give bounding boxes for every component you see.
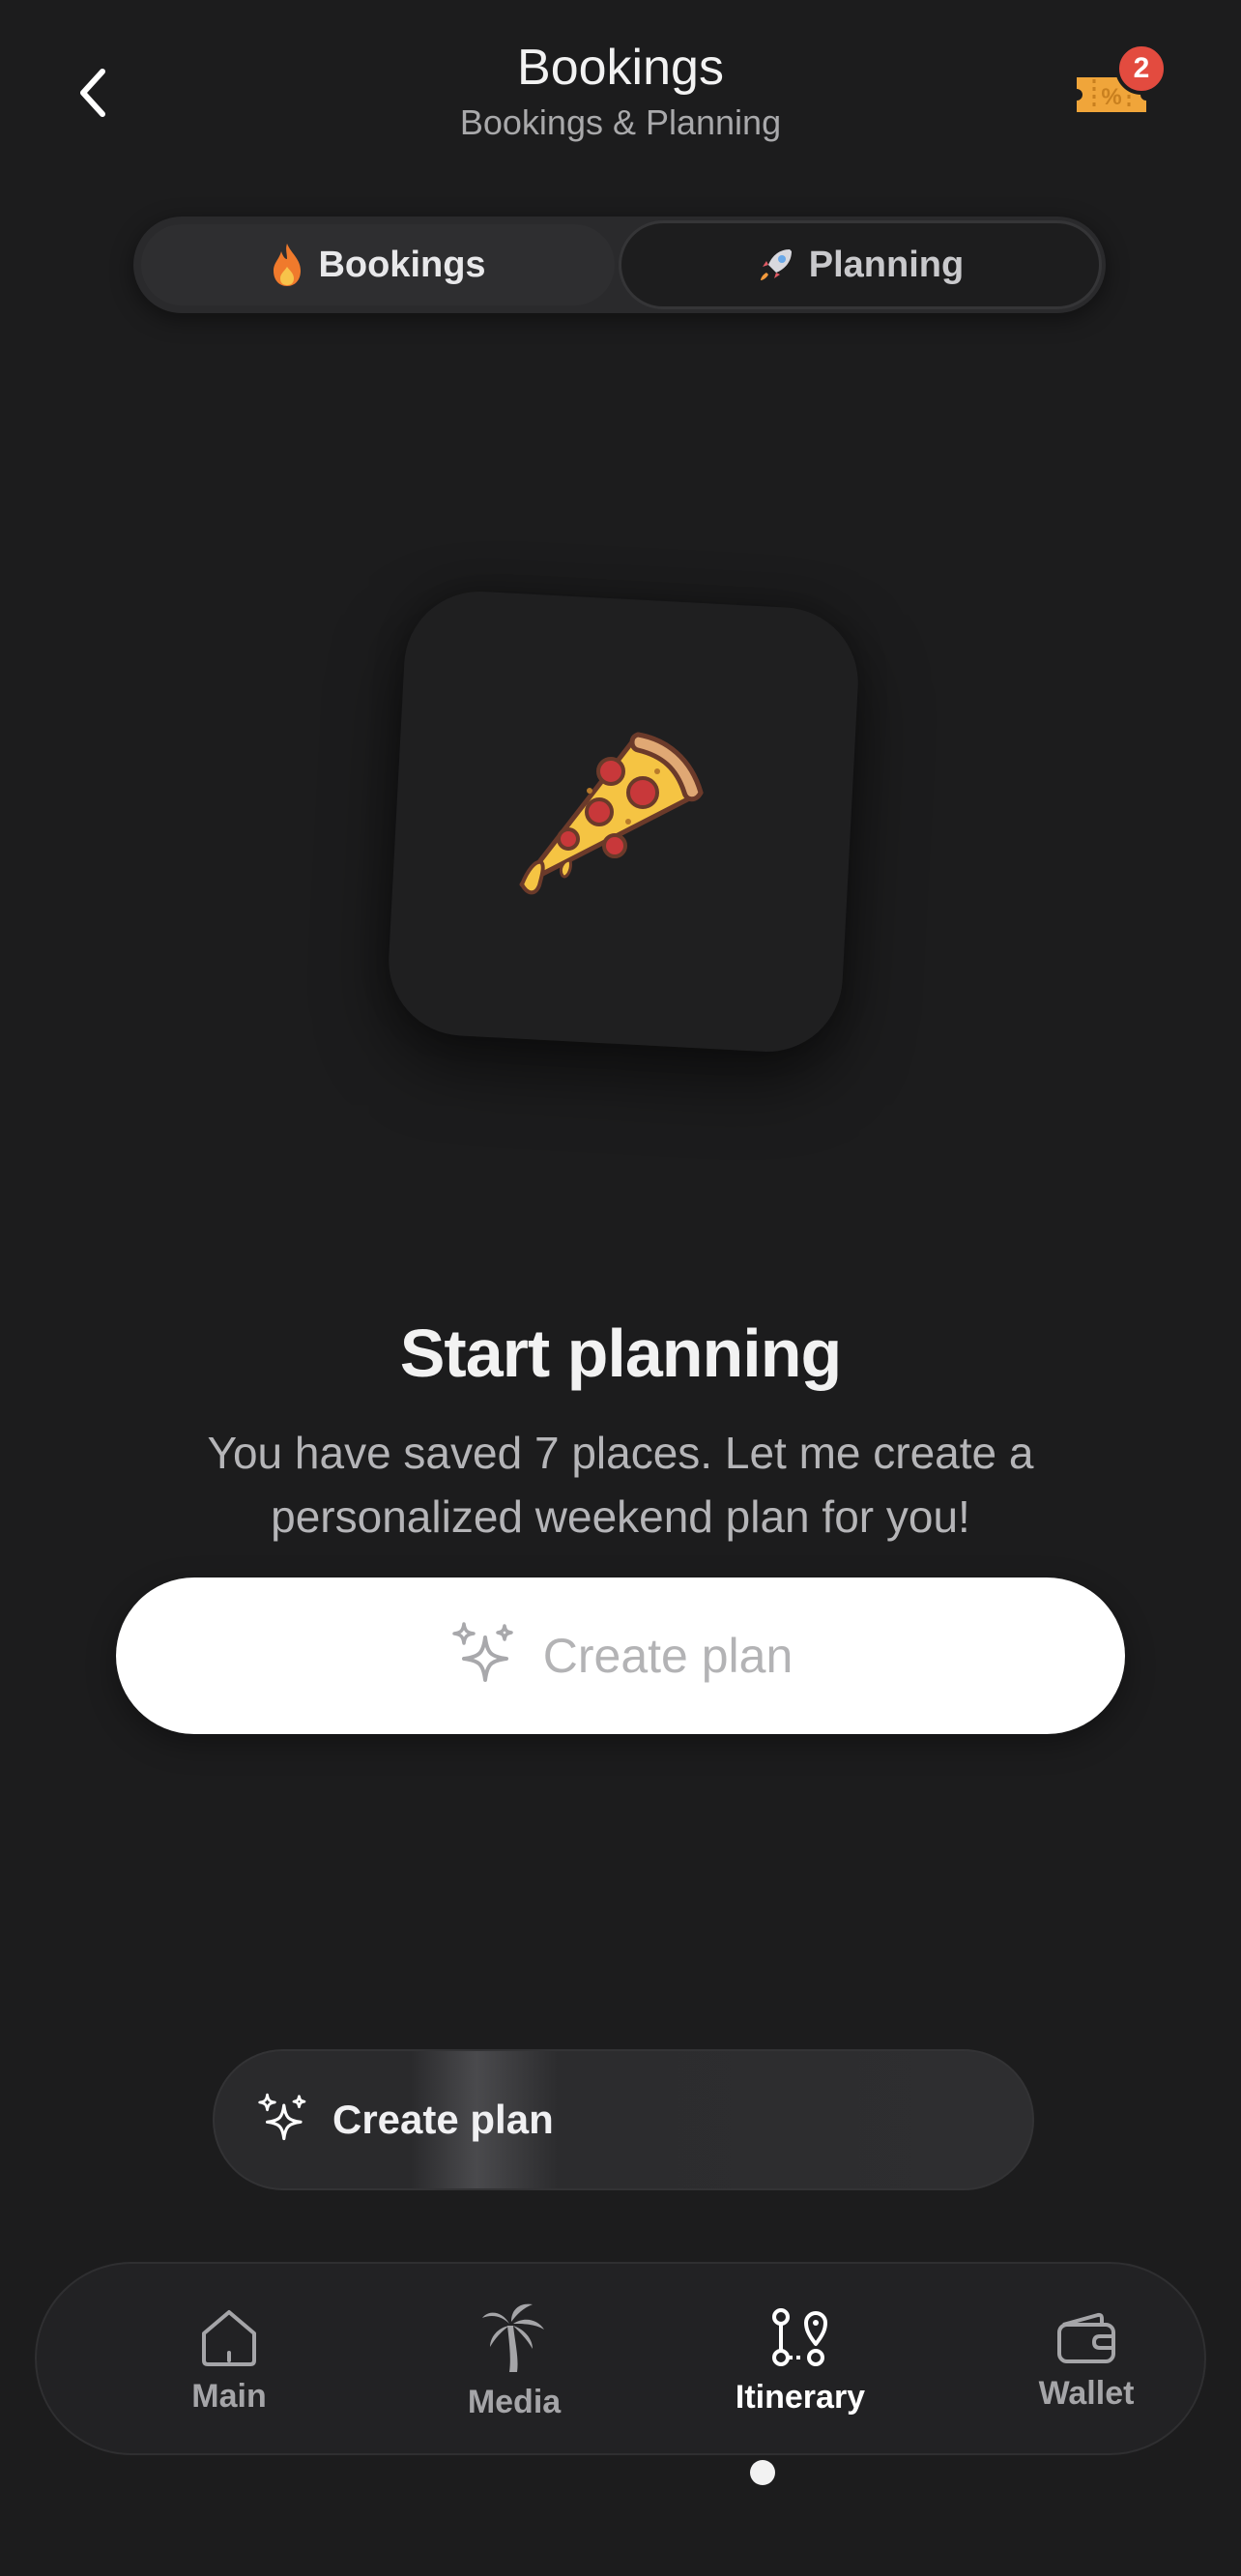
tab-bookings[interactable]: Bookings xyxy=(141,224,615,305)
rocket-icon xyxy=(760,249,792,280)
tab-media-label: Media xyxy=(467,2383,562,2420)
create-plan-button-label: Create plan xyxy=(542,1629,794,1683)
segmented-control: Bookings Planning xyxy=(133,217,1106,313)
floating-create-plan-label: Create plan xyxy=(332,2097,554,2142)
tab-wallet[interactable]: Wallet xyxy=(951,2264,1222,2457)
tab-planning-label: Planning xyxy=(808,244,965,285)
empty-state-headline: Start planning xyxy=(399,1316,843,1391)
wallet-icon xyxy=(1057,2312,1115,2363)
tab-bookings-label: Bookings xyxy=(318,244,486,285)
empty-state-description: You have saved 7 places. Let me create a… xyxy=(207,1428,1034,1542)
tab-planning[interactable]: Planning xyxy=(619,220,1102,309)
bottom-tab-bar: Main Media Itinerary Wallet xyxy=(35,2262,1206,2455)
active-page-indicator xyxy=(750,2460,775,2485)
pizza-icon xyxy=(519,732,704,895)
home-icon xyxy=(202,2309,256,2366)
tab-main[interactable]: Main xyxy=(94,2264,364,2457)
tab-wallet-label: Wallet xyxy=(1038,2374,1135,2412)
tab-itinerary-label: Itinerary xyxy=(735,2378,866,2416)
sparkles-icon xyxy=(258,2093,306,2141)
sparkles-icon xyxy=(452,1622,513,1682)
fire-icon xyxy=(274,244,302,286)
tab-media[interactable]: Media xyxy=(379,2264,649,2457)
page-title: Bookings xyxy=(517,40,724,96)
tab-main-label: Main xyxy=(191,2377,267,2415)
create-plan-button[interactable]: Create plan xyxy=(116,1577,1125,1734)
page-subtitle: Bookings & Planning xyxy=(459,102,782,142)
floating-create-plan-button[interactable]: Create plan xyxy=(213,2049,1034,2190)
route-icon xyxy=(772,2307,827,2366)
notification-badge: 2 xyxy=(1115,43,1168,95)
palm-tree-icon xyxy=(482,2303,544,2372)
svg-text:%: % xyxy=(1101,84,1121,110)
tab-itinerary[interactable]: Itinerary xyxy=(665,2264,936,2457)
